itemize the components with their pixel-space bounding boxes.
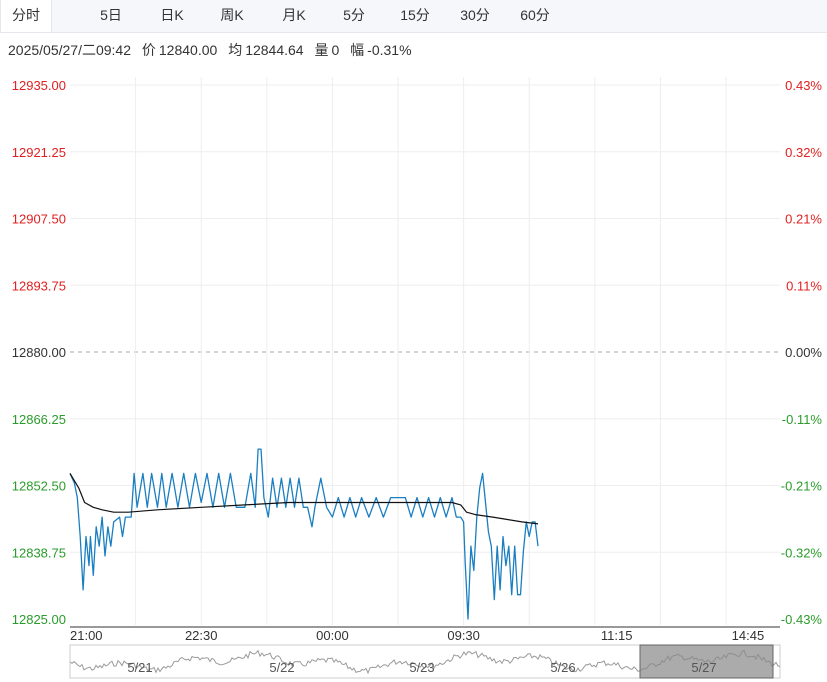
y-tick-left: 12825.00 xyxy=(12,612,66,627)
y-tick-left: 12852.50 xyxy=(12,479,66,494)
price-series-line xyxy=(69,448,539,620)
intraday-chart: 12935.00 0.43% 12921.25 0.32% 12907.50 0.21% 1… xyxy=(12,77,823,679)
x-tick-label: 21:00 xyxy=(70,628,103,643)
y-tick-left: 12921.25 xyxy=(12,145,66,160)
navigator-date-label: 5/22 xyxy=(269,660,294,675)
y-tick-left: 12838.75 xyxy=(12,545,66,560)
y-tick-right: -0.21% xyxy=(781,479,823,494)
y-tick-left: 12935.00 xyxy=(12,78,66,93)
navigator-date-label: 5/26 xyxy=(550,660,575,675)
y-tick-right: -0.43% xyxy=(781,612,823,627)
y-tick-right: 0.11% xyxy=(786,278,822,293)
x-tick-label: 14:45 xyxy=(732,628,765,643)
y-tick-right: 0.43% xyxy=(785,78,822,93)
x-tick-label: 11:15 xyxy=(601,628,633,643)
y-tick-right: 0.21% xyxy=(785,212,822,227)
y-tick-left: 12880.00 xyxy=(12,345,66,360)
y-tick-right: 0.00% xyxy=(785,345,822,360)
y-tick-right: -0.32% xyxy=(781,545,823,560)
x-tick-label: 22:30 xyxy=(185,628,218,643)
navigator-date-label: 5/27 xyxy=(691,660,716,675)
y-tick-left: 12893.75 xyxy=(12,278,66,293)
navigator-date-label: 5/23 xyxy=(409,660,434,675)
x-tick-label: 00:00 xyxy=(316,628,349,643)
y-tick-right: -0.11% xyxy=(782,412,823,427)
y-tick-right: 0.32% xyxy=(785,145,822,160)
y-tick-left: 12907.50 xyxy=(12,212,66,227)
average-series-line xyxy=(69,473,539,525)
x-tick-label: 09:30 xyxy=(447,628,480,643)
navigator-date-label: 5/21 xyxy=(127,660,152,675)
y-tick-left: 12866.25 xyxy=(12,412,66,427)
